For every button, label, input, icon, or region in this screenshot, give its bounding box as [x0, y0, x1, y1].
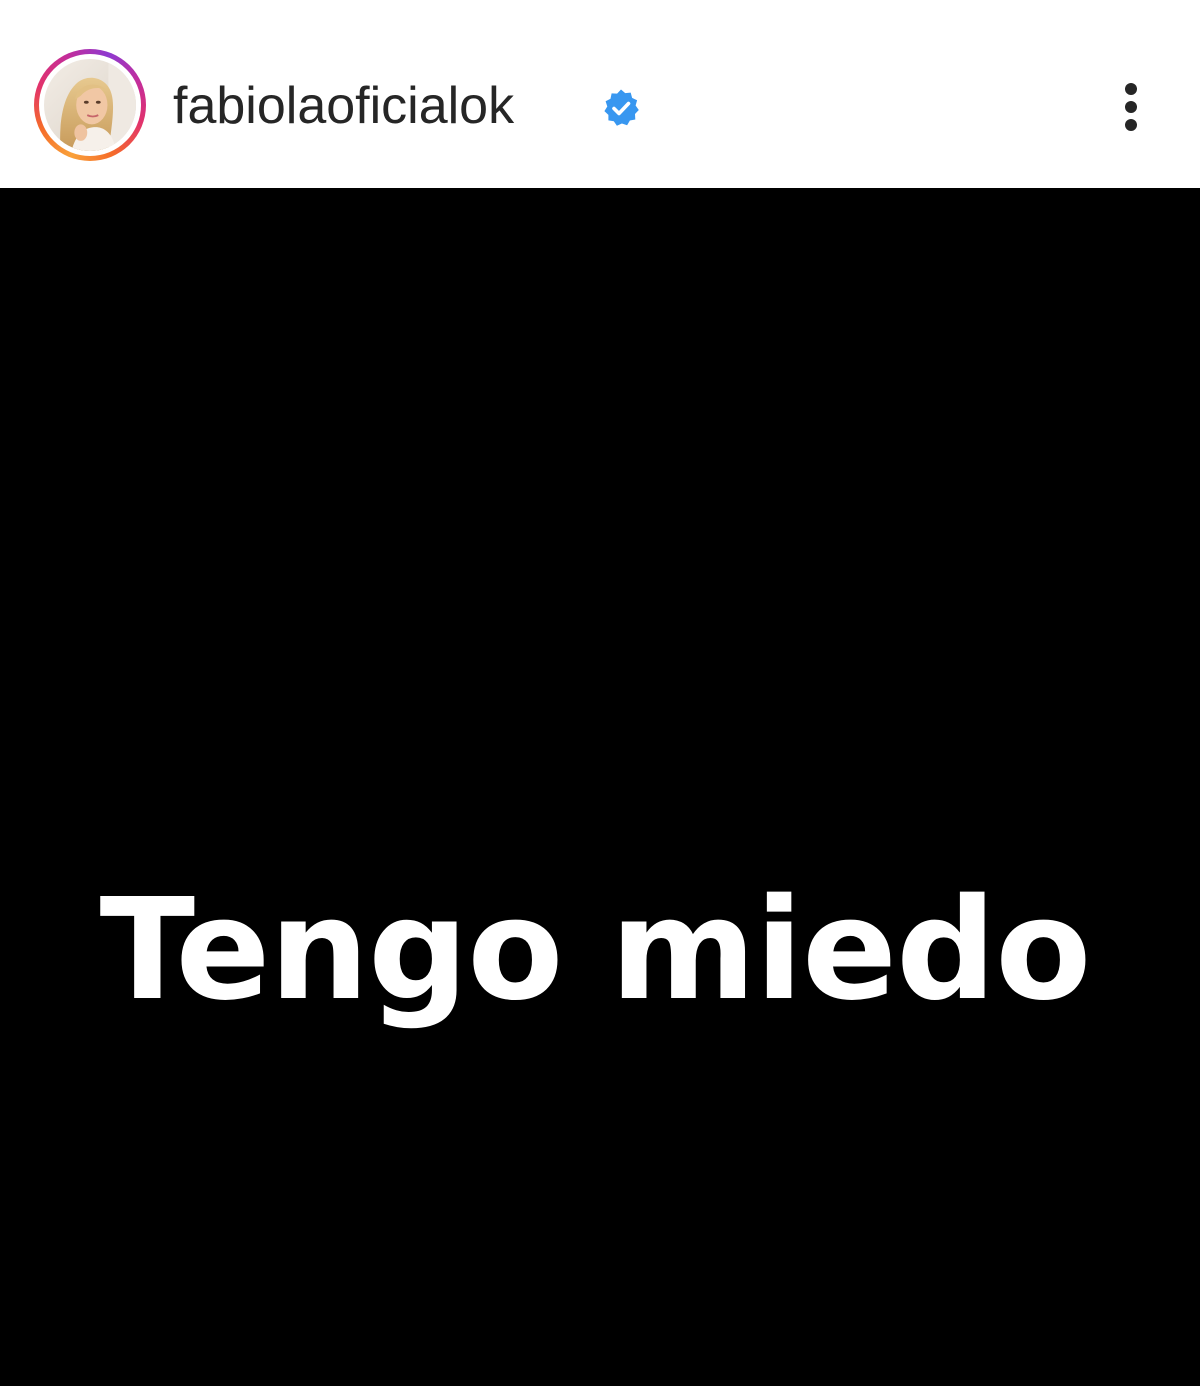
- instagram-post: fabiolaoficialok Tengo miedo: [0, 0, 1200, 1398]
- avatar-story-ring[interactable]: [34, 49, 146, 161]
- verified-badge-icon: [601, 88, 641, 128]
- post-header: fabiolaoficialok: [0, 0, 1200, 188]
- avatar[interactable]: [44, 59, 136, 151]
- avatar-ring-gap: [39, 54, 141, 156]
- post-image-text: Tengo miedo: [99, 869, 1092, 1032]
- more-vertical-icon-dot: [1125, 101, 1137, 113]
- more-vertical-icon-dot: [1125, 119, 1137, 131]
- more-options-button[interactable]: [1106, 76, 1156, 136]
- avatar-photo: [44, 59, 136, 151]
- more-vertical-icon: [1125, 83, 1137, 95]
- username-link[interactable]: fabiolaoficialok: [173, 76, 514, 136]
- post-image[interactable]: Tengo miedo: [0, 188, 1200, 1386]
